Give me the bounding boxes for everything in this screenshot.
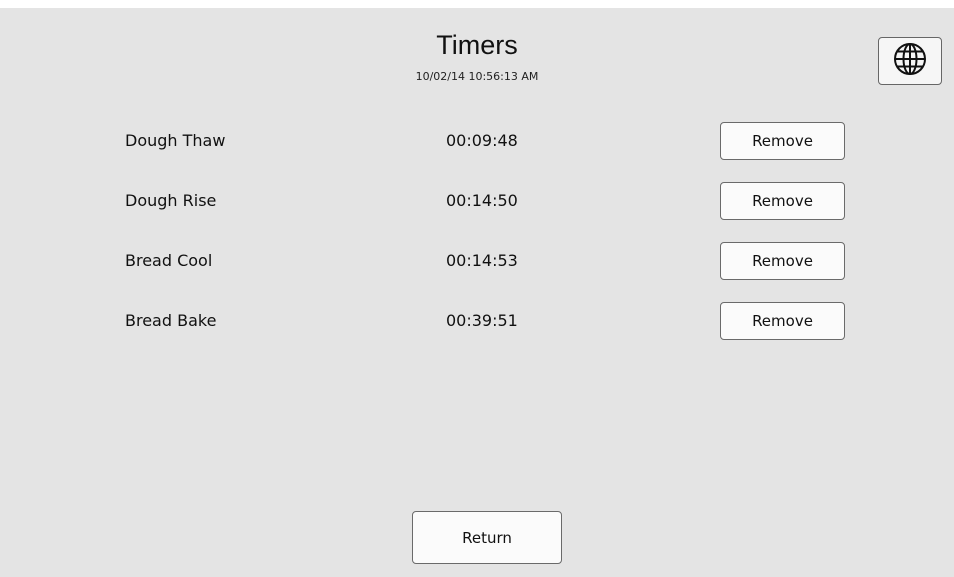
timer-remaining: 00:14:53 xyxy=(446,251,518,270)
remove-timer-button[interactable]: Remove xyxy=(720,302,845,340)
timer-name: Bread Cool xyxy=(125,251,213,270)
timer-row: Bread Bake 00:39:51 Remove xyxy=(0,302,954,340)
remove-timer-button[interactable]: Remove xyxy=(720,182,845,220)
remove-timer-button[interactable]: Remove xyxy=(720,242,845,280)
timer-row: Dough Thaw 00:09:48 Remove xyxy=(0,122,954,160)
timer-remaining: 00:14:50 xyxy=(446,191,518,210)
return-button[interactable]: Return xyxy=(412,511,562,564)
timer-name: Dough Thaw xyxy=(125,131,226,150)
timer-name: Dough Rise xyxy=(125,191,217,210)
timer-remaining: 00:09:48 xyxy=(446,131,518,150)
timer-name: Bread Bake xyxy=(125,311,217,330)
timer-remaining: 00:39:51 xyxy=(446,311,518,330)
globe-icon xyxy=(892,41,928,81)
language-button[interactable] xyxy=(878,37,942,85)
timer-row: Dough Rise 00:14:50 Remove xyxy=(0,182,954,220)
remove-timer-button[interactable]: Remove xyxy=(720,122,845,160)
page-title: Timers xyxy=(436,30,518,60)
timer-row: Bread Cool 00:14:53 Remove xyxy=(0,242,954,280)
timers-screen: Timers 10/02/14 10:56:13 AM Dough Thaw 0… xyxy=(0,8,954,577)
current-datetime: 10/02/14 10:56:13 AM xyxy=(415,70,539,83)
